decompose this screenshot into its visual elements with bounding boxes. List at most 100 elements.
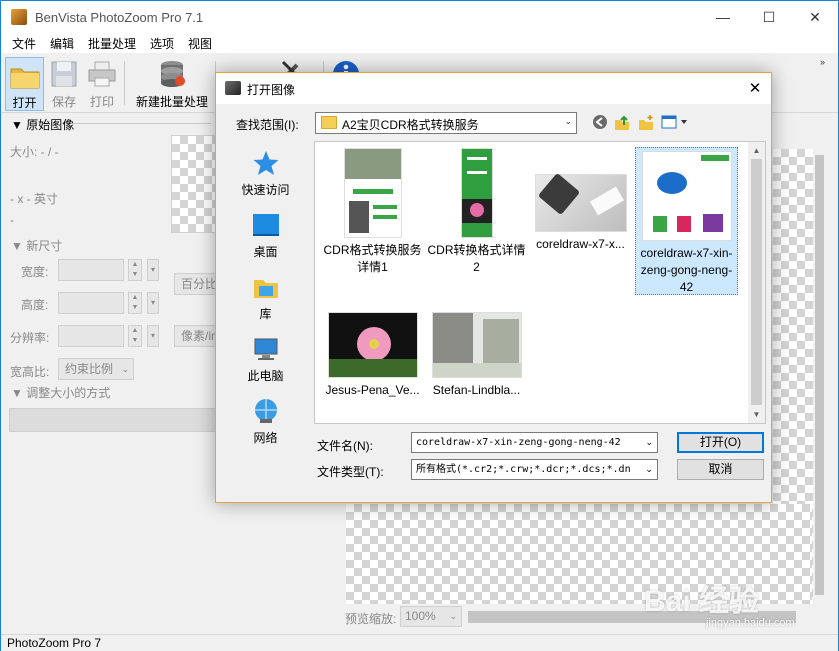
toolbar-separator (124, 61, 125, 105)
aspect-select[interactable]: 约束比例 ⌄ (58, 358, 134, 380)
scroll-thumb[interactable] (815, 155, 824, 595)
original-dims-text: - x - 英寸 (10, 192, 58, 206)
file-thumbnail (460, 148, 493, 238)
dialog-title-bar: 打开图像 ✕ (216, 73, 771, 104)
printer-icon (86, 59, 118, 89)
new-folder-icon[interactable] (637, 114, 655, 132)
app-icon (11, 9, 27, 25)
resize-method-header[interactable]: ▼ 调整大小的方式 (11, 384, 110, 401)
menu-file[interactable]: 文件 (12, 35, 36, 52)
folder-icon (321, 116, 337, 129)
network-icon (251, 397, 281, 425)
file-item[interactable]: coreldraw-x7-xin-zeng-gong-neng-42 (635, 147, 738, 295)
dialog-app-icon (225, 81, 241, 95)
width-label: 宽度: (21, 265, 49, 279)
chevron-down-icon[interactable]: ⌄ (645, 433, 653, 452)
database-icon (156, 59, 188, 89)
width-spinner[interactable]: ▲ ▼ (128, 259, 142, 281)
file-thumbnail (431, 312, 522, 378)
file-item[interactable]: Jesus-Pena_Ve... (321, 312, 424, 399)
aspect-label: 宽高比: (10, 365, 50, 379)
chevron-down-icon: ⌄ (564, 116, 572, 126)
new-size-header[interactable]: ▼ 新尺寸 (11, 237, 62, 254)
original-dash-text: - (10, 213, 14, 227)
save-toolbar-button[interactable]: 保存 (46, 57, 82, 111)
file-list-scrollbar[interactable]: ▲ ▼ (748, 142, 765, 423)
file-item[interactable]: CDR转换格式详情2 (425, 148, 528, 276)
open-toolbar-button[interactable]: 打开 (5, 57, 44, 111)
file-thumbnail (343, 148, 402, 238)
places-bar: 快速访问 桌面 库 此电脑 网络 (231, 141, 300, 445)
dialog-close-button[interactable]: ✕ (739, 73, 771, 104)
print-toolbar-button[interactable]: 打印 (84, 57, 120, 111)
width-input[interactable] (58, 259, 124, 281)
preview-vertical-scrollbar[interactable] (813, 141, 826, 607)
view-menu-icon[interactable] (661, 114, 689, 132)
resolution-unit-select[interactable]: 像素/in (174, 325, 218, 347)
look-in-select[interactable]: A2宝贝CDR格式转换服务 ⌄ (315, 112, 577, 134)
preview-zoom-label: 预览缩放: (345, 612, 397, 626)
close-button[interactable]: ✕ (792, 1, 838, 33)
look-in-label: 查找范围(I): (236, 118, 299, 132)
up-folder-icon[interactable] (613, 114, 631, 132)
file-item[interactable]: CDR格式转换服务详情1 (321, 148, 424, 276)
maximize-button[interactable]: ☐ (746, 1, 792, 33)
height-spinner[interactable]: ▲ ▼ (128, 292, 142, 314)
height-input[interactable] (58, 292, 124, 314)
width-unit-select[interactable]: 百分比 (174, 273, 218, 295)
divider (71, 123, 211, 124)
resolution-label: 分辨率: (10, 331, 50, 345)
filetype-select[interactable]: 所有格式(*.cr2;*.crw;*.dcr;*.dcs;*.dn ⌄ (411, 459, 658, 480)
new-batch-button[interactable]: 新建批量处理 (132, 57, 212, 111)
open-folder-icon (9, 60, 41, 90)
preview-zoom-select[interactable]: 100% ⌄ (400, 606, 462, 627)
status-bar: PhotoZoom Pro 7 (1, 634, 838, 651)
library-icon (251, 273, 281, 301)
window-title: BenVista PhotoZoom Pro 7.1 (35, 10, 204, 25)
height-dropdown[interactable]: ▾ (147, 292, 159, 314)
resolution-spinner[interactable]: ▲ ▼ (128, 325, 142, 347)
watermark-logo: Bai 经验 (644, 585, 760, 618)
title-bar: BenVista PhotoZoom Pro 7.1 — ☐ ✕ (1, 1, 838, 33)
dialog-title: 打开图像 (247, 83, 296, 97)
cancel-button[interactable]: 取消 (677, 459, 764, 480)
file-item[interactable]: coreldraw-x7-x... (529, 148, 632, 253)
minimize-button[interactable]: — (700, 1, 746, 33)
watermark-url: jingyan.baidu.com (706, 617, 795, 629)
menu-batch[interactable]: 批量处理 (88, 35, 136, 52)
place-quick-access[interactable]: 快速访问 (231, 149, 300, 198)
place-desktop[interactable]: 桌面 (231, 211, 300, 260)
file-thumbnail (641, 151, 732, 241)
chevron-down-icon: ⌄ (121, 364, 129, 374)
scroll-down-icon[interactable]: ▼ (748, 406, 765, 423)
file-thumbnail (327, 312, 418, 378)
resize-method-select[interactable] (9, 408, 217, 432)
place-this-pc[interactable]: 此电脑 (231, 335, 300, 384)
place-library[interactable]: 库 (231, 273, 300, 322)
place-network[interactable]: 网络 (231, 397, 300, 446)
menu-view[interactable]: 视图 (188, 35, 212, 52)
resolution-input[interactable] (58, 325, 124, 347)
original-image-header[interactable]: ▼ 原始图像 (11, 116, 74, 133)
chevron-down-icon: ⌄ (641, 460, 657, 479)
filename-label: 文件名(N): (317, 439, 373, 453)
scroll-up-icon[interactable]: ▲ (748, 142, 765, 159)
resolution-dropdown[interactable]: ▾ (147, 325, 159, 347)
original-thumbnail (171, 135, 217, 233)
filename-input[interactable]: coreldraw-x7-xin-zeng-gong-neng-42 ⌄ (411, 432, 658, 453)
star-icon (251, 149, 281, 177)
computer-icon (251, 335, 281, 363)
file-list: CDR格式转换服务详情1 CDR转换格式详情2 coreldraw-x7-x..… (314, 141, 766, 424)
open-image-dialog: 打开图像 ✕ 查找范围(I): A2宝贝CDR格式转换服务 ⌄ 快速访问 桌面 (215, 72, 772, 503)
file-item[interactable]: Stefan-Lindbla... (425, 312, 528, 399)
menu-options[interactable]: 选项 (150, 35, 174, 52)
toolbar-overflow-icon[interactable]: » (820, 57, 825, 67)
back-icon[interactable] (591, 114, 609, 132)
filetype-label: 文件类型(T): (317, 465, 384, 479)
width-dropdown[interactable]: ▾ (147, 259, 159, 281)
menu-edit[interactable]: 编辑 (50, 35, 74, 52)
original-size-text: 大小: - / - (10, 145, 59, 159)
open-button[interactable]: 打开(O) (677, 432, 764, 453)
scroll-thumb[interactable] (751, 159, 762, 405)
save-icon (48, 59, 80, 89)
